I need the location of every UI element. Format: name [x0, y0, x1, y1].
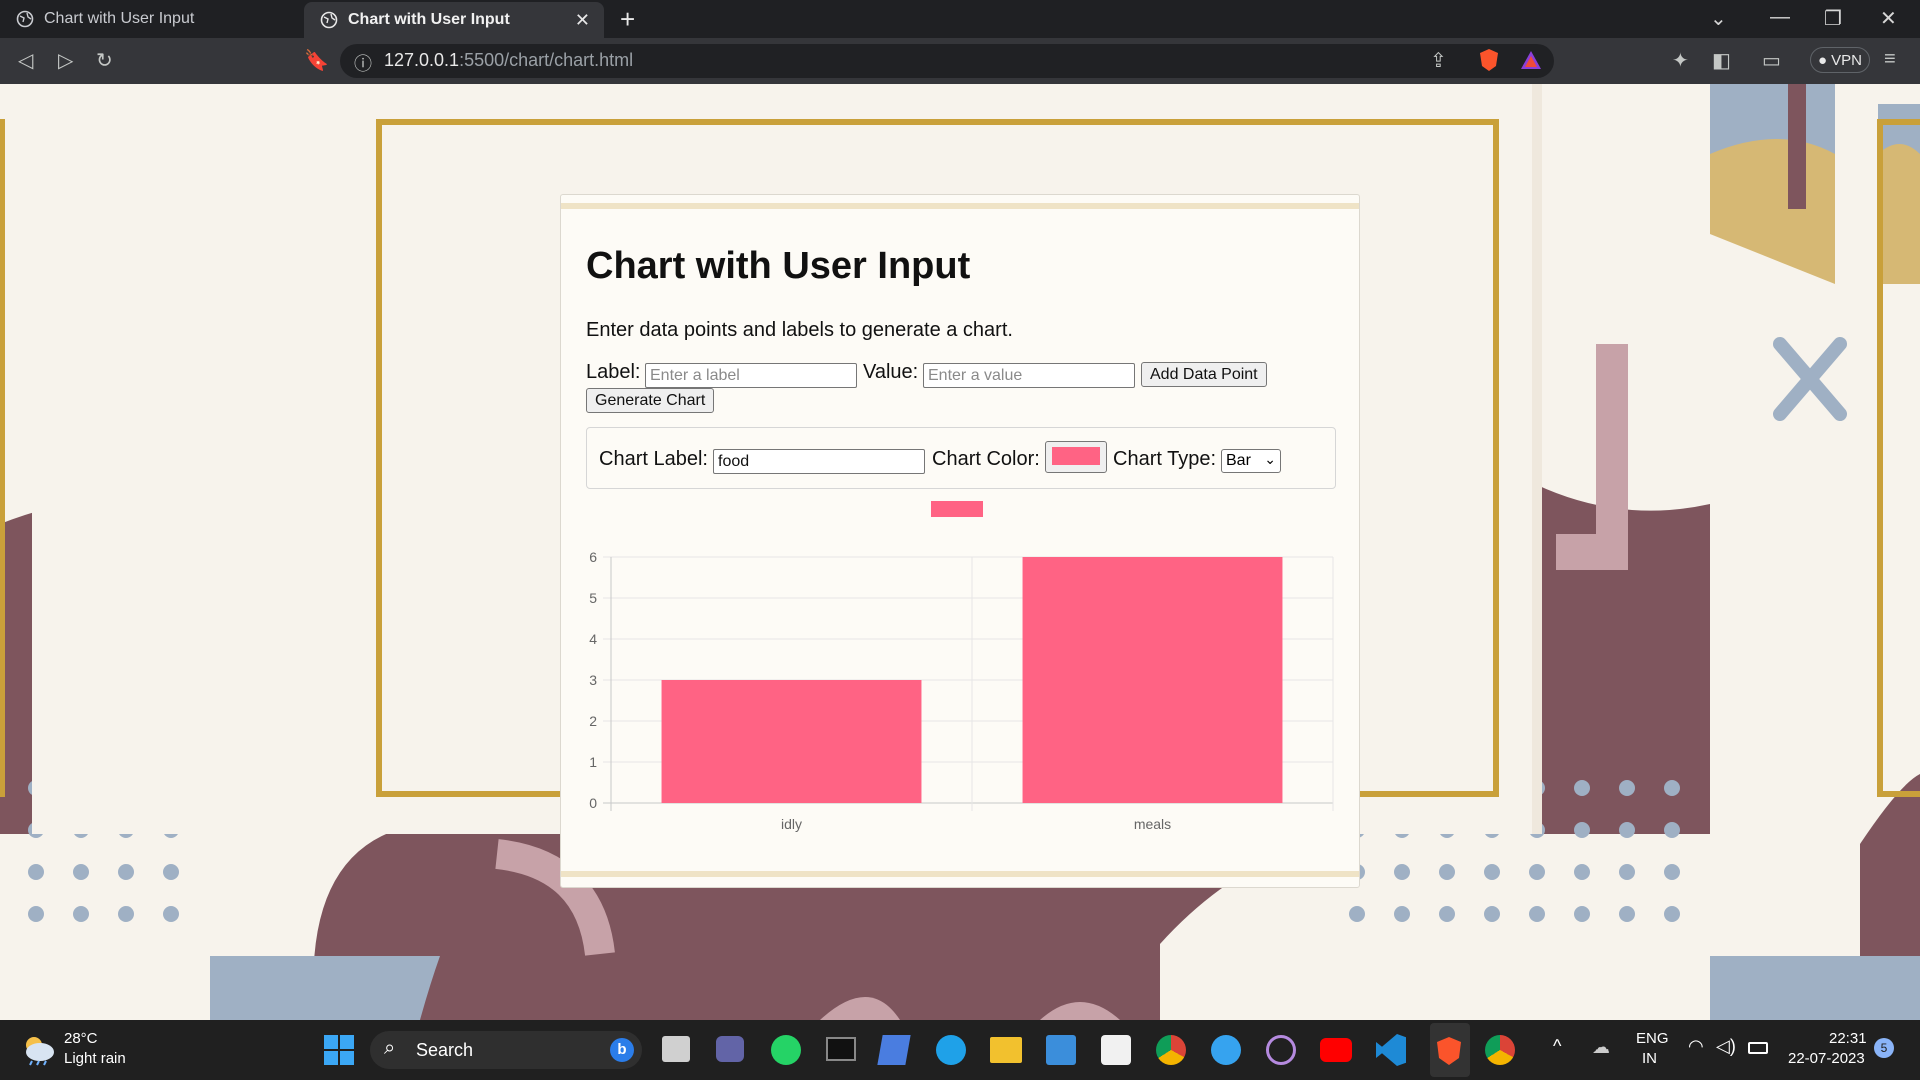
- chart-app-card: Chart with User Input Enter data points …: [560, 194, 1360, 888]
- globe-icon: [16, 10, 34, 28]
- chevron-down-icon: ⌄: [1264, 451, 1276, 467]
- taskbar-search[interactable]: ⌕ Search b: [370, 1031, 642, 1069]
- add-data-point-button[interactable]: Add Data Point: [1141, 362, 1267, 387]
- clock-date[interactable]: 22-07-2023: [1788, 1050, 1865, 1067]
- tab-chart-inactive[interactable]: Chart with User Input: [0, 0, 300, 38]
- vscode-icon[interactable]: [1376, 1034, 1406, 1066]
- notification-badge[interactable]: 5: [1874, 1038, 1894, 1058]
- value-field-label: Value:: [863, 361, 919, 383]
- y-tick-label: 6: [589, 549, 597, 565]
- url-text[interactable]: 127.0.0.1:5500/chart/chart.html: [384, 50, 633, 71]
- bar-chart[interactable]: 0 1 2 3 4 5 6 idly meals: [561, 485, 1359, 865]
- tab-title: Chart with User Input: [348, 11, 510, 28]
- back-icon[interactable]: ◁: [18, 48, 33, 73]
- new-tab-icon[interactable]: +: [620, 4, 635, 35]
- instructions-text: Enter data points and labels to generate…: [586, 319, 1013, 341]
- weather-temp[interactable]: 28°C: [64, 1030, 98, 1047]
- close-window-icon[interactable]: ✕: [1880, 6, 1897, 31]
- hp-app-icon[interactable]: [1046, 1035, 1076, 1065]
- value-input[interactable]: [923, 363, 1135, 388]
- page-title: Chart with User Input: [586, 245, 971, 287]
- language-bottom[interactable]: IN: [1642, 1050, 1657, 1067]
- battery-icon[interactable]: [1748, 1042, 1768, 1054]
- maximize-icon[interactable]: ❐: [1824, 6, 1842, 31]
- globe-icon: [320, 11, 338, 29]
- chrome-profile-icon[interactable]: [1485, 1035, 1515, 1065]
- brave-shield-icon[interactable]: [1478, 48, 1500, 72]
- media-player-icon[interactable]: [1266, 1035, 1296, 1065]
- x-tick-label: meals: [1134, 816, 1171, 832]
- bookmark-icon[interactable]: 🔖: [304, 48, 329, 73]
- bing-icon[interactable]: b: [610, 1038, 634, 1062]
- y-tick-label: 4: [589, 631, 597, 647]
- label-input[interactable]: [645, 363, 857, 388]
- youtube-icon[interactable]: [1320, 1038, 1352, 1062]
- forward-icon[interactable]: ▷: [58, 48, 73, 73]
- bar-meals[interactable]: [1022, 557, 1283, 803]
- card-top-border: [561, 203, 1359, 209]
- store-icon[interactable]: [1101, 1035, 1131, 1065]
- brave-rewards-icon[interactable]: [1520, 50, 1542, 70]
- chrome-icon[interactable]: [1156, 1035, 1186, 1065]
- y-tick-label: 0: [589, 795, 597, 811]
- language-top[interactable]: ENG: [1636, 1030, 1669, 1047]
- color-swatch: [1052, 447, 1100, 465]
- search-icon: ⌕: [384, 1037, 396, 1059]
- reload-icon[interactable]: ↻: [96, 48, 113, 73]
- chart-label-input[interactable]: [713, 449, 925, 474]
- edge-icon[interactable]: [936, 1035, 966, 1065]
- label-field-label: Label:: [586, 361, 641, 383]
- share-icon[interactable]: ⇪: [1430, 48, 1447, 73]
- sidebar-icon[interactable]: ◧: [1712, 48, 1731, 73]
- chart-color-picker[interactable]: [1045, 441, 1107, 473]
- info-icon[interactable]: ⓘ: [354, 50, 372, 76]
- generate-chart-button[interactable]: Generate Chart: [586, 388, 715, 413]
- y-tick-label: 3: [589, 672, 597, 688]
- chart-type-value: Bar: [1226, 452, 1251, 469]
- tab-chart-active[interactable]: Chart with User Input ✕: [304, 2, 604, 38]
- terminal-icon[interactable]: [826, 1037, 856, 1061]
- y-tick-label: 5: [589, 590, 597, 606]
- close-tab-icon[interactable]: ✕: [575, 10, 590, 31]
- wallet-icon[interactable]: ▭: [1762, 48, 1781, 73]
- y-tick-label: 1: [589, 754, 597, 770]
- whatsapp-icon[interactable]: [771, 1035, 801, 1065]
- wifi-icon[interactable]: ◠: [1688, 1036, 1704, 1057]
- card-bottom-border: [561, 871, 1359, 877]
- taskbar: 28°C Light rain ⌕ Search b ^ ☁ ENG IN ◠ …: [0, 1020, 1920, 1080]
- clock-time[interactable]: 22:31: [1829, 1030, 1867, 1047]
- tab-title: Chart with User Input: [44, 10, 195, 27]
- chevron-up-icon[interactable]: ^: [1553, 1036, 1561, 1057]
- task-view-icon[interactable]: [662, 1036, 690, 1062]
- bar-idly[interactable]: [661, 680, 922, 803]
- help-icon[interactable]: [1211, 1035, 1241, 1065]
- chart-type-label: Chart Type:: [1113, 448, 1217, 470]
- extensions-icon[interactable]: ✦: [1672, 48, 1689, 73]
- page-viewport: Chart with User Input Enter data points …: [0, 84, 1920, 1020]
- search-label: Search: [416, 1040, 474, 1060]
- y-tick-label: 2: [589, 713, 597, 729]
- brave-icon[interactable]: [1434, 1036, 1464, 1066]
- tab-strip: Chart with User Input Chart with User In…: [0, 0, 1920, 38]
- weather-desc[interactable]: Light rain: [64, 1050, 126, 1067]
- chart-color-label: Chart Color:: [932, 448, 1040, 470]
- tab-search-icon[interactable]: ⌄: [1710, 6, 1727, 31]
- file-explorer-icon[interactable]: [990, 1037, 1022, 1063]
- legend-swatch[interactable]: [931, 501, 983, 517]
- x-tick-label: idly: [781, 816, 802, 832]
- menu-icon[interactable]: ≡: [1884, 48, 1896, 71]
- onedrive-icon[interactable]: ☁: [1592, 1037, 1610, 1058]
- chart-type-select[interactable]: Bar ⌄: [1221, 449, 1281, 473]
- weather-icon[interactable]: [20, 1032, 56, 1066]
- windows-start-icon[interactable]: [324, 1035, 354, 1065]
- copilot-icon[interactable]: [877, 1035, 911, 1065]
- chart-label-label: Chart Label:: [599, 448, 708, 470]
- vpn-button[interactable]: ● VPN: [1810, 47, 1870, 73]
- volume-icon[interactable]: ◁): [1716, 1036, 1736, 1057]
- minimize-icon[interactable]: —: [1770, 6, 1790, 29]
- teams-icon[interactable]: [716, 1036, 744, 1062]
